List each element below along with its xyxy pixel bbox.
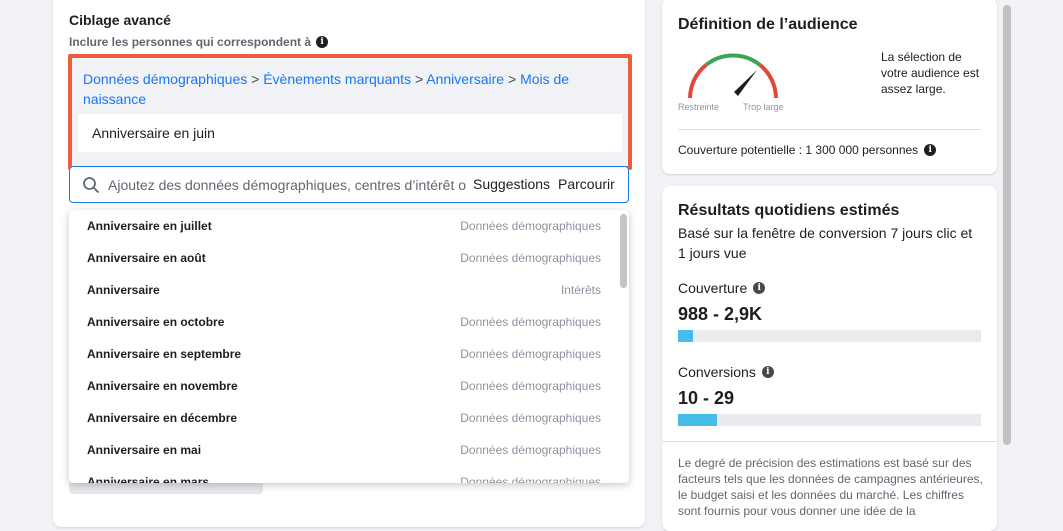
dropdown-option[interactable]: Anniversaire en août Données démographiq… (69, 242, 613, 274)
option-category: Données démographiques (460, 315, 601, 329)
reach-label-text: Couverture (678, 280, 748, 296)
suggestions-dropdown: Anniversaire en juillet Données démograp… (69, 210, 629, 483)
option-label: Anniversaire en septembre (87, 347, 242, 361)
option-category: Intérêts (560, 283, 601, 297)
reach-bar (678, 330, 981, 342)
page-scrollbar[interactable] (1003, 5, 1011, 445)
divider (662, 441, 997, 442)
dropdown-option[interactable]: Anniversaire en septembre Données démogr… (69, 338, 613, 370)
selected-targeting-box: Données démographiques > Évènements marq… (68, 54, 632, 170)
conversions-bar-fill (678, 414, 718, 426)
results-note: Le degré de précision des estimations es… (678, 456, 983, 518)
option-label: Anniversaire en octobre (87, 315, 225, 329)
option-label: Anniversaire en mai (87, 443, 202, 457)
dropdown-option[interactable]: Anniversaire en mai Données démographiqu… (69, 434, 613, 466)
browse-button[interactable]: Parcourir (558, 176, 615, 192)
option-label: Anniversaire en août (87, 251, 206, 265)
dropdown-option[interactable]: Anniversaire en novembre Données démogra… (69, 370, 613, 402)
breadcrumb-birthday[interactable]: Anniversaire (426, 71, 504, 87)
option-category: Données démographiques (460, 251, 601, 265)
results-title: Résultats quotidiens estimés (678, 202, 900, 219)
breadcrumb-life-events[interactable]: Évènements marquants (263, 71, 411, 87)
audience-title: Définition de l’audience (678, 16, 858, 33)
dropdown-option[interactable]: Anniversaire en décembre Données démogra… (69, 402, 613, 434)
potential-reach-text: Couverture potentielle : 1 300 000 perso… (678, 143, 919, 157)
section-subtitle: Inclure les personnes qui correspondent … (69, 35, 329, 49)
targeting-search-input[interactable] (108, 167, 468, 202)
dropdown-option[interactable]: Anniversaire en mars Données démographiq… (69, 466, 613, 483)
section-title: Ciblage avancé (69, 12, 171, 28)
breadcrumb-separator: > (251, 71, 260, 87)
breadcrumb-separator: > (507, 71, 517, 87)
gauge-arc-ok (704, 53, 762, 67)
gauge-arc-narrow (688, 63, 708, 99)
audience-description: La sélection de votre audience est assez… (881, 50, 980, 96)
gauge-narrow-label: Restreinte (678, 102, 720, 112)
conversions-bar (678, 414, 981, 426)
reach-label: Couverture i (678, 280, 766, 296)
breadcrumb: Données démographiques > Évènements marq… (83, 69, 603, 109)
option-label: Anniversaire en décembre (87, 411, 238, 425)
option-label: Anniversaire en juillet (87, 219, 212, 233)
conversions-label-text: Conversions (678, 364, 756, 380)
dropdown-option[interactable]: Anniversaire en juillet Données démograp… (69, 210, 613, 242)
dropdown-scrollbar[interactable] (620, 214, 627, 288)
divider (678, 129, 981, 130)
results-subtitle: Basé sur la fenêtre de conversion 7 jour… (678, 225, 973, 261)
option-label: Anniversaire (87, 283, 160, 297)
audience-gauge (688, 53, 778, 99)
breadcrumb-separator: > (414, 71, 424, 87)
option-label: Anniversaire en mars (87, 475, 210, 483)
search-icon (83, 177, 99, 193)
gauge-broad-label: Trop large (743, 102, 784, 112)
option-category: Données démographiques (460, 475, 601, 483)
selected-targeting-item[interactable]: Anniversaire en juin (78, 114, 622, 152)
gauge-arc-broad (758, 63, 778, 99)
option-label: Anniversaire en novembre (87, 379, 238, 393)
gauge-needle (734, 70, 757, 96)
breadcrumb-demographics[interactable]: Données démographiques (83, 71, 247, 87)
reach-bar-fill (678, 330, 694, 342)
option-category: Données démographiques (460, 443, 601, 457)
potential-reach: Couverture potentielle : 1 300 000 perso… (678, 143, 937, 157)
targeting-search-bar: Suggestions Parcourir (69, 166, 629, 203)
info-icon[interactable]: i (753, 282, 766, 294)
option-category: Données démographiques (460, 379, 601, 393)
info-icon[interactable]: i (316, 36, 329, 48)
conversions-label: Conversions i (678, 364, 774, 380)
dropdown-option[interactable]: Anniversaire en octobre Données démograp… (69, 306, 613, 338)
conversions-value: 10 - 29 (678, 388, 735, 408)
suggestions-button[interactable]: Suggestions (473, 176, 550, 192)
dropdown-option[interactable]: Anniversaire Intérêts (69, 274, 613, 306)
info-icon[interactable]: i (761, 366, 774, 378)
option-category: Données démographiques (460, 219, 601, 233)
info-icon[interactable]: i (924, 144, 937, 156)
section-subtitle-text: Inclure les personnes qui correspondent … (69, 35, 312, 49)
option-category: Données démographiques (460, 411, 601, 425)
reach-value: 988 - 2,9K (678, 304, 763, 324)
option-category: Données démographiques (460, 347, 601, 361)
